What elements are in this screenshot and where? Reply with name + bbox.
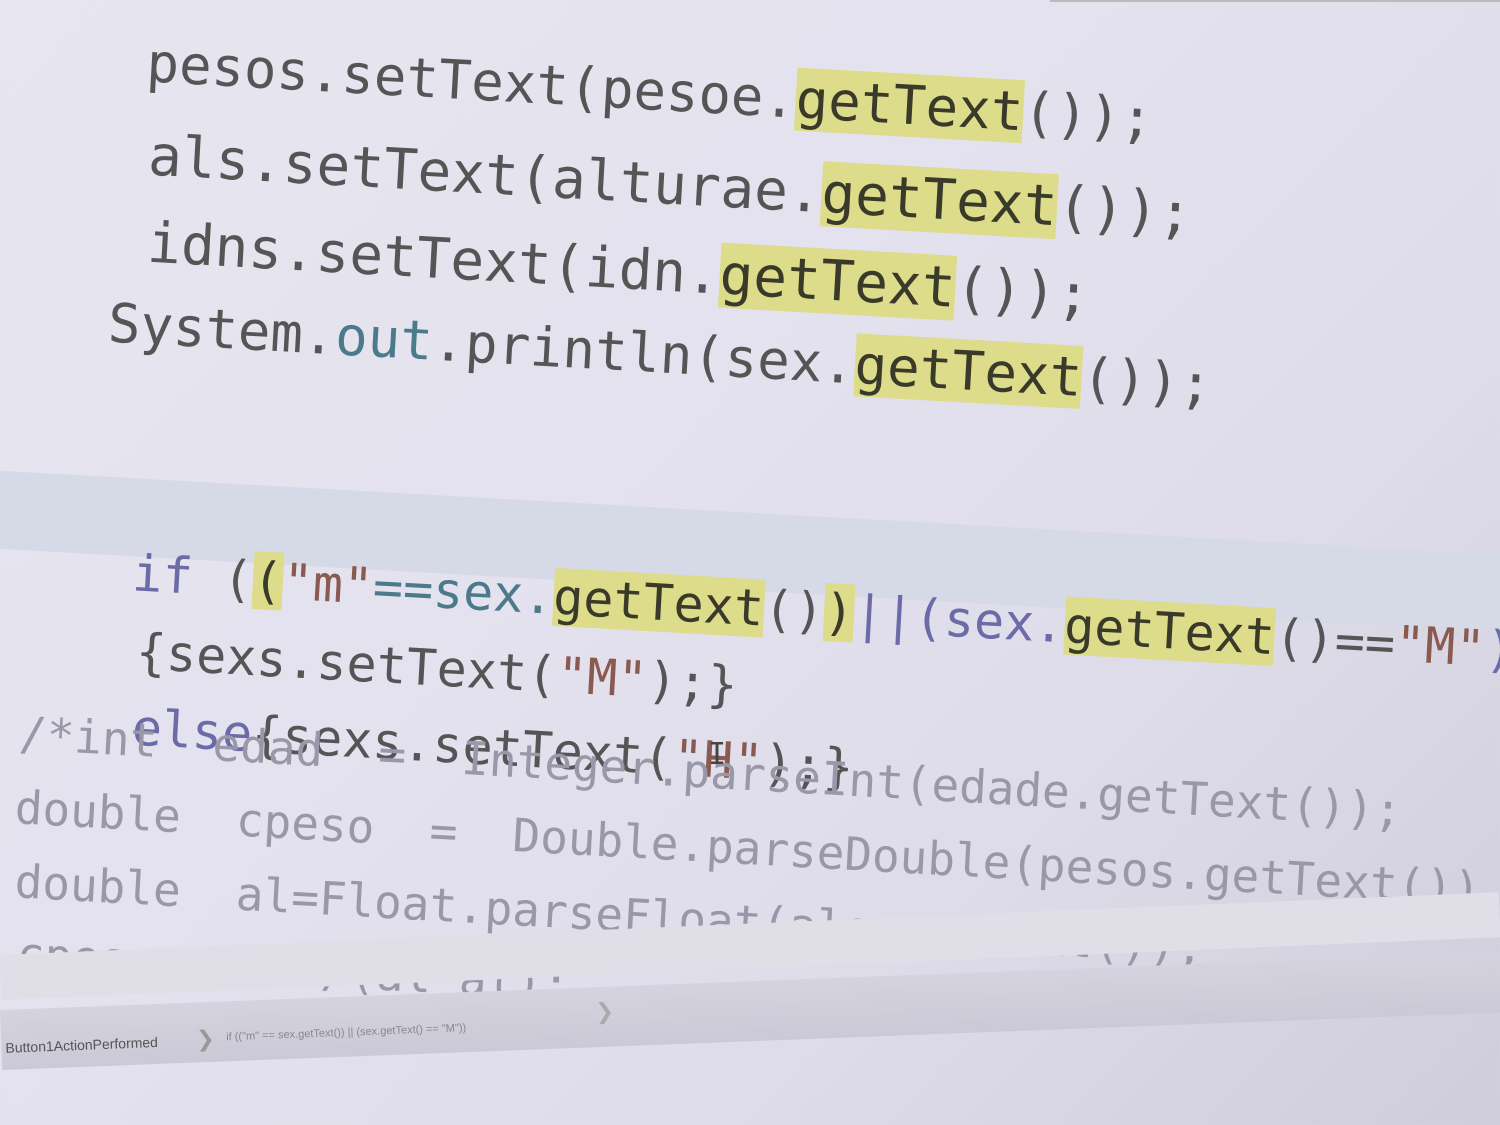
text-cursor-icon: I <box>708 737 727 772</box>
occurrence-highlight: getText <box>853 333 1084 409</box>
breadcrumb-item-method[interactable]: Button1ActionPerformed <box>5 1034 158 1056</box>
chevron-right-icon: ❯ <box>595 998 615 1025</box>
bracket-match-highlight: ) <box>822 582 856 643</box>
breadcrumb-item-statement[interactable]: if (("m" == sex.getText()) || (sex.getTe… <box>226 1022 466 1043</box>
top-rule <box>1050 0 1500 2</box>
occurrence-highlight: getText <box>1062 596 1277 667</box>
chevron-right-icon: ❯ <box>195 1025 216 1052</box>
